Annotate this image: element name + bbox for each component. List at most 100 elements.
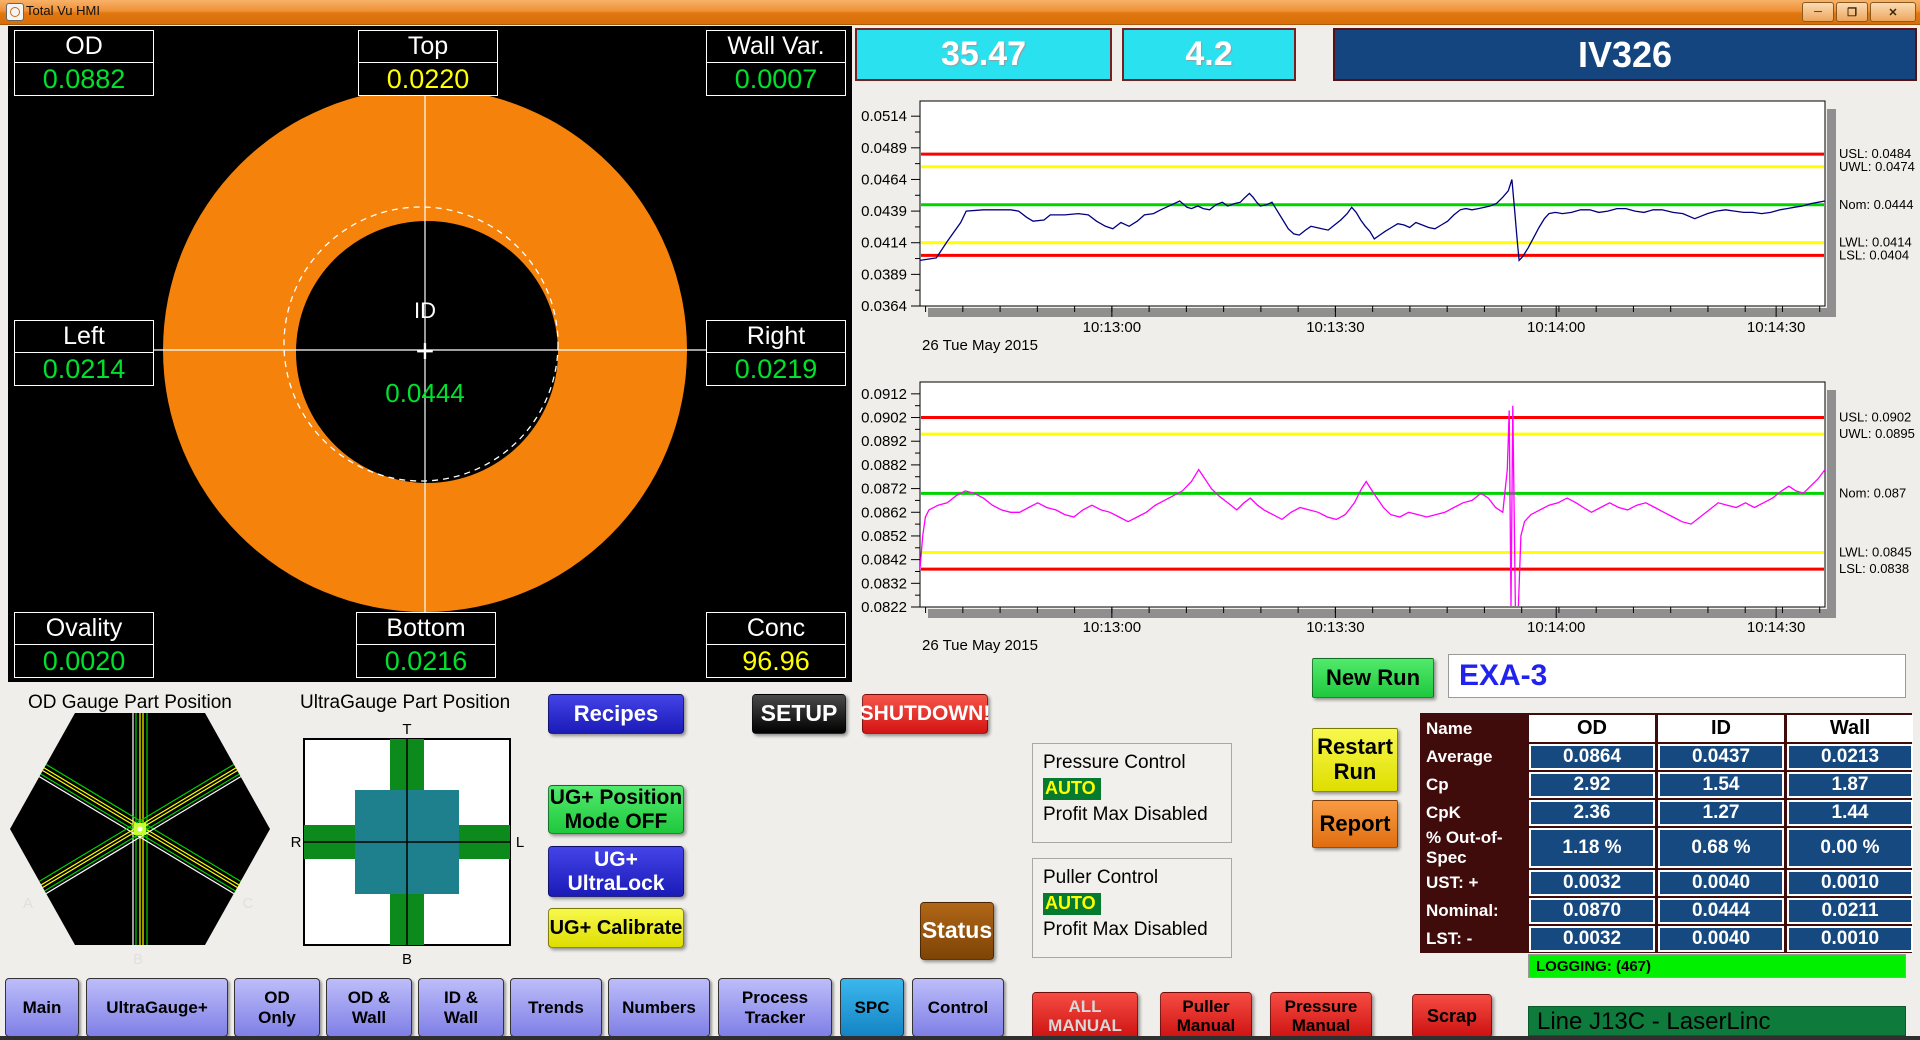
svg-text:0.0822: 0.0822 [861,599,907,616]
measure-conc-value: 96.96 [706,645,846,678]
measure-right-value: 0.0219 [706,353,846,386]
measure-od-label: OD [14,30,154,63]
stats-cell: 1.87 [1787,772,1913,798]
stats-cell: 0.0211 [1787,898,1913,924]
nav-tab-od-only[interactable]: OD Only [234,978,320,1037]
nav-tab-ultragauge[interactable]: UltraGauge+ [86,978,228,1037]
svg-text:0.0912: 0.0912 [861,386,907,403]
stats-cell: 0.00 % [1787,828,1913,868]
close-icon[interactable]: ✕ [1870,2,1916,22]
pressure-manual-button[interactable]: Pressure Manual [1270,992,1372,1040]
svg-text:0.0892: 0.0892 [861,433,907,450]
stats-row-label: % Out-of-Spec [1422,828,1526,868]
svg-text:Nom: 0.0444: Nom: 0.0444 [1839,197,1913,212]
pressure-control-title: Pressure Control [1043,752,1231,774]
shutdown-button[interactable]: SHUTDOWN! [862,694,988,734]
minimize-icon[interactable]: ─ [1802,2,1834,22]
pressure-control-mode-badge: AUTO [1043,778,1101,800]
id-value: 0.0444 [385,378,465,408]
puller-manual-button[interactable]: Puller Manual [1160,992,1252,1040]
status-button[interactable]: Status [920,902,994,960]
ultragauge-position-title: UltraGauge Part Position [300,692,510,714]
logging-status-bar: LOGGING: (467) [1528,954,1906,978]
nav-tab-od-wall[interactable]: OD & Wall [326,978,412,1037]
stats-cell: 1.27 [1658,800,1784,826]
svg-text:10:13:00: 10:13:00 [1083,319,1141,336]
restore-icon[interactable]: ❐ [1836,2,1868,22]
nav-tab-process-tracker[interactable]: Process Tracker [718,978,832,1037]
ug-ultralock-button[interactable]: UG+ UltraLock [548,846,684,897]
svg-text:0.0464: 0.0464 [861,171,907,188]
bottom-strip [0,1036,1920,1040]
run-name-input[interactable] [1448,654,1906,698]
center-crosshair: + [416,333,435,369]
ultragauge-position-display: TBRL [288,718,528,970]
nav-tab-trends[interactable]: Trends [510,978,602,1037]
ultragauge-top-label: T [402,721,411,738]
od-gauge-axis-label: B [133,951,143,968]
nav-tab-numbers[interactable]: Numbers [608,978,710,1037]
nav-tab-control[interactable]: Control [912,978,1004,1037]
scrap-button[interactable]: Scrap [1412,994,1492,1038]
svg-text:LSL: 0.0838: LSL: 0.0838 [1839,561,1909,576]
svg-text:0.0489: 0.0489 [861,140,907,157]
stats-cell: 0.0040 [1658,926,1784,952]
svg-text:0.0389: 0.0389 [861,266,907,283]
svg-text:Nom: 0.087: Nom: 0.087 [1839,485,1906,500]
puller-control-mode-badge: AUTO [1043,893,1101,915]
setup-button[interactable]: SETUP [752,694,846,734]
spc-stats-table: NameODIDWallAverage0.08640.04370.0213Cp2… [1420,713,1912,953]
svg-text:UWL: 0.0474: UWL: 0.0474 [1839,159,1915,174]
stats-header-name: Name [1422,715,1526,742]
measure-ovality-label: Ovality [14,612,154,645]
svg-text:26 Tue May 2015: 26 Tue May 2015 [922,637,1038,654]
ug-calibrate-button[interactable]: UG+ Calibrate [548,908,684,948]
stats-cell: 0.0870 [1529,898,1655,924]
measure-right-label: Right [706,320,846,353]
stats-cell: 0.0444 [1658,898,1784,924]
all-manual-button[interactable]: ALL MANUAL [1032,992,1138,1040]
ug-position-mode-button[interactable]: UG+ Position Mode OFF [548,785,684,834]
stats-cell: 1.44 [1787,800,1913,826]
line-speed-readout: 35.47 [855,28,1112,81]
measure-conc-label: Conc [706,612,846,645]
measure-right: Right0.0219 [706,320,846,386]
recipes-button[interactable]: Recipes [548,694,684,734]
svg-text:10:13:30: 10:13:30 [1306,319,1364,336]
stats-cell: 0.68 % [1658,828,1784,868]
od-gauge-axis-label: C [243,895,254,912]
stats-row-label: UST: + [1422,870,1526,896]
od-gauge-position-display: A B C [8,712,276,968]
stats-row-label: LST: - [1422,926,1526,952]
measure-left-value: 0.0214 [14,353,154,386]
measure-od-value: 0.0882 [14,63,154,96]
total-vu-hmi-window: Total Vu HMI ─ ❐ ✕ ID+0.0444 OD0.0882Top… [0,0,1920,1040]
measure-bottom: Bottom0.0216 [356,612,496,678]
od-gauge-axis-label: A [23,895,33,912]
stats-cell: 2.36 [1529,800,1655,826]
ultragauge-bottom-label: B [402,951,412,968]
stats-row-label: Cp [1422,772,1526,798]
svg-text:0.0364: 0.0364 [861,298,907,315]
measure-top-value: 0.0220 [358,63,498,96]
stats-cell: 2.92 [1529,772,1655,798]
stats-cell: 0.0010 [1787,926,1913,952]
new-run-button[interactable]: New Run [1312,658,1434,698]
report-button[interactable]: Report [1312,800,1398,848]
restart-run-button[interactable]: Restart Run [1312,728,1398,792]
stats-row-label: Average [1422,744,1526,770]
measure-bottom-label: Bottom [356,612,496,645]
nav-tab-main[interactable]: Main [5,978,79,1037]
puller-control-panel: Puller Control AUTO Profit Max Disabled [1032,858,1232,958]
svg-text:UWL: 0.0895: UWL: 0.0895 [1839,426,1915,441]
measure-wall-var-value: 0.0007 [706,63,846,96]
nav-tab-spc[interactable]: SPC [840,978,904,1037]
stats-cell: 0.0437 [1658,744,1784,770]
id-label: ID [414,298,436,323]
measure-ovality-value: 0.0020 [14,645,154,678]
measure-bottom-value: 0.0216 [356,645,496,678]
aux-readout: 4.2 [1122,28,1296,81]
pressure-control-panel: Pressure Control AUTO Profit Max Disable… [1032,743,1232,843]
nav-tab-id-wall[interactable]: ID & Wall [418,978,504,1037]
stats-cell: 0.0032 [1529,926,1655,952]
